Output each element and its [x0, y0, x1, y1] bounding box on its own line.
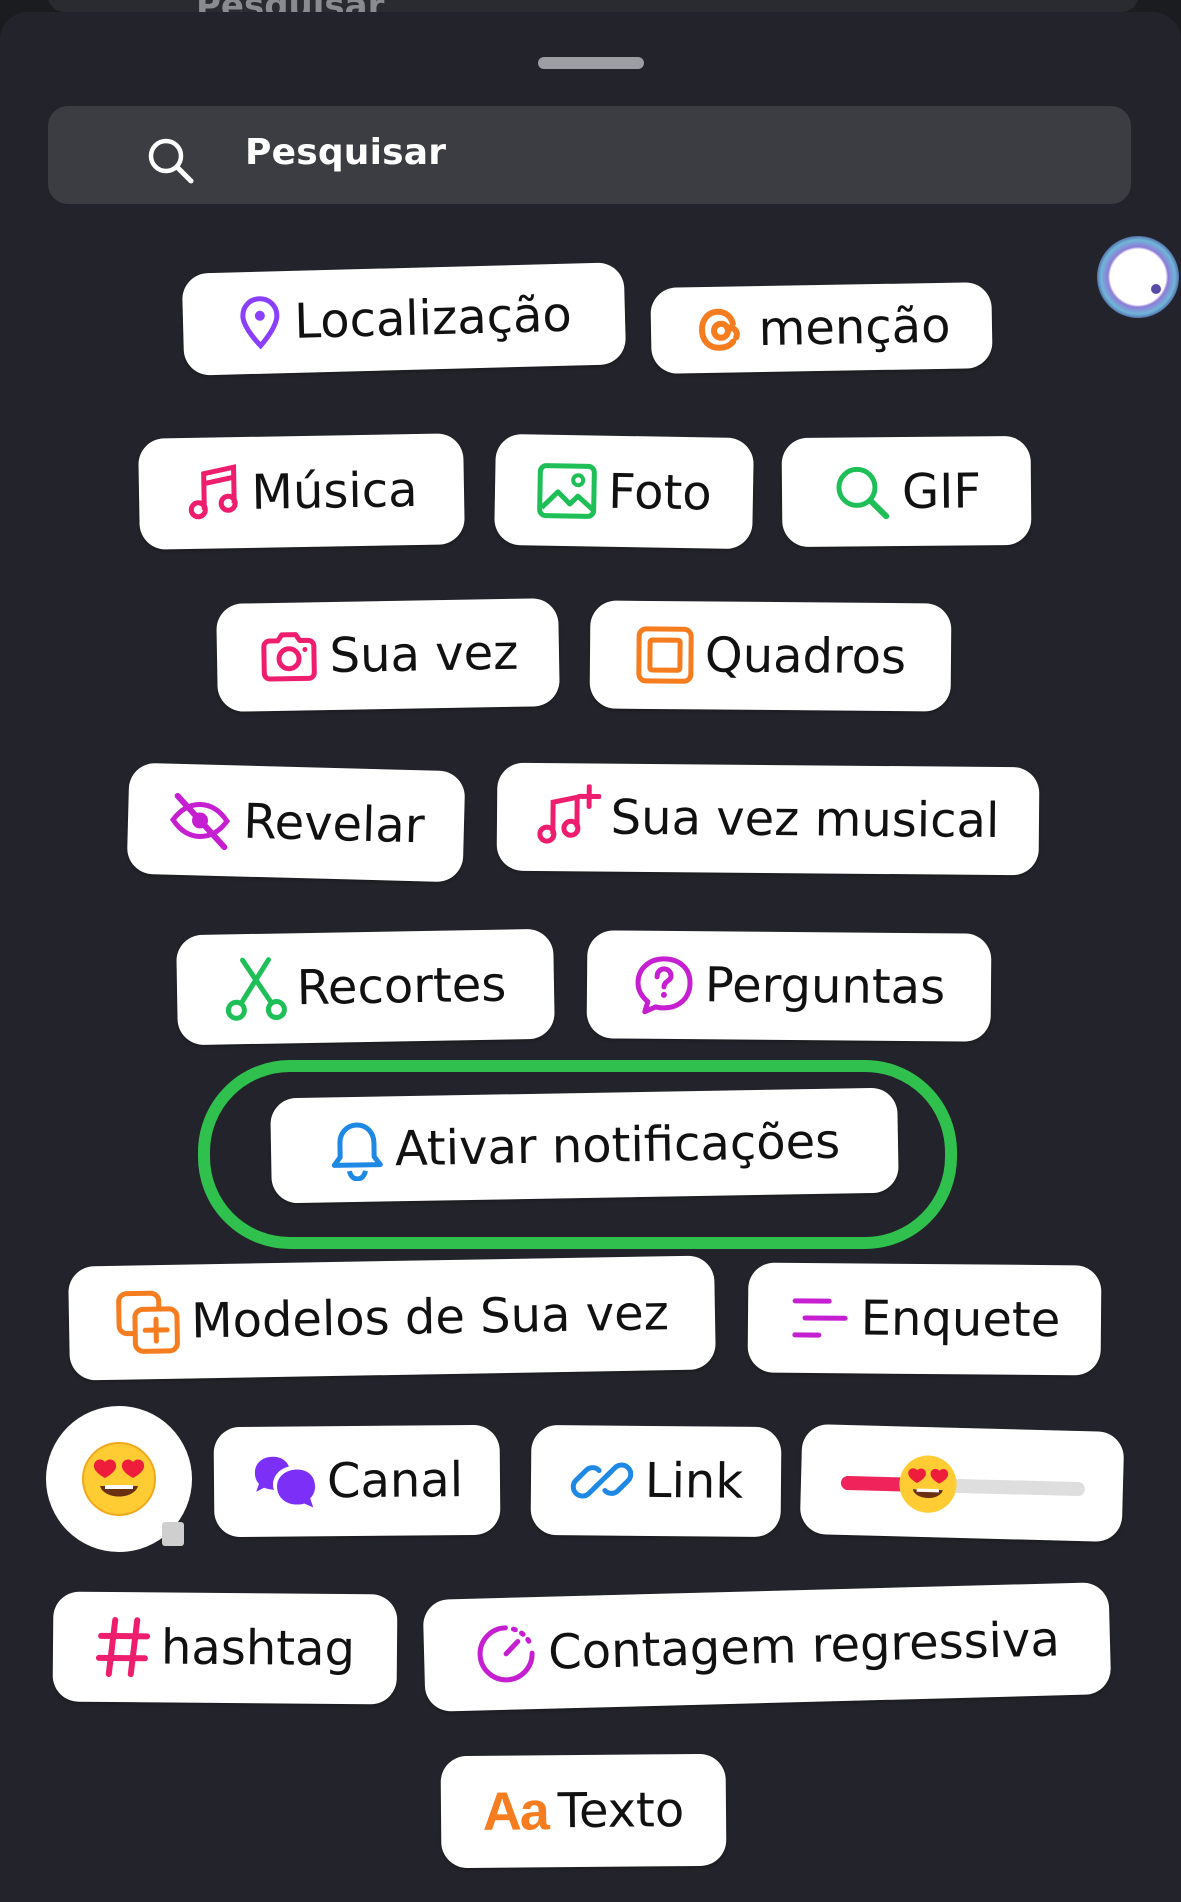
sticker-text[interactable]: Aa Texto — [440, 1753, 727, 1869]
timer-icon — [473, 1621, 539, 1687]
map-pin-icon — [236, 294, 285, 351]
add-copy-icon — [115, 1289, 182, 1356]
sticker-location-label: Localização — [293, 286, 573, 350]
search-icon — [148, 138, 194, 184]
sticker-channel-label: Canal — [326, 1452, 464, 1510]
sticker-photo[interactable]: Foto — [494, 433, 754, 550]
sticker-reveal[interactable]: Revelar — [126, 762, 466, 883]
sticker-music-label: Música — [251, 461, 418, 521]
gif-search-icon — [832, 462, 893, 523]
music-plus-icon — [536, 783, 601, 851]
search-input[interactable]: Pesquisar — [48, 106, 1131, 204]
sticker-gif[interactable]: GIF — [781, 435, 1032, 548]
link-icon — [569, 1447, 636, 1514]
sticker-location[interactable]: Localização — [181, 262, 627, 376]
sticker-emoji[interactable] — [46, 1406, 192, 1552]
sticker-countdown-label: Contagem regressiva — [547, 1611, 1061, 1681]
music-note-icon — [185, 463, 242, 524]
sticker-link-label: Link — [644, 1452, 744, 1510]
drag-handle[interactable] — [538, 57, 644, 69]
sticker-cutouts[interactable]: Recortes — [176, 928, 555, 1046]
sticker-music-add-yours-label: Sua vez musical — [610, 789, 1000, 850]
sticker-text-label: Texto — [557, 1782, 685, 1840]
sticker-mention-label: menção — [758, 297, 951, 358]
assistant-bubble-dot — [1151, 284, 1161, 294]
text-aa-icon: Aa — [482, 1781, 549, 1842]
sticker-add-yours-label: Sua vez — [329, 624, 519, 685]
search-placeholder: Pesquisar — [245, 132, 447, 173]
bell-icon — [328, 1118, 385, 1181]
sticker-photo-label: Foto — [607, 463, 713, 522]
sticker-frames-label: Quadros — [704, 627, 907, 686]
sticker-notify-label: Ativar notificações — [394, 1113, 841, 1177]
sticker-hashtag[interactable]: hashtag — [52, 1591, 398, 1705]
sticker-mention[interactable]: menção — [650, 282, 993, 374]
threads-at-icon — [692, 301, 749, 358]
hash-icon — [95, 1616, 152, 1678]
sticker-channel[interactable]: Canal — [213, 1424, 501, 1538]
sticker-gif-label: GIF — [901, 462, 982, 520]
camera-icon — [257, 628, 320, 685]
sticker-poll-label: Enquete — [860, 1290, 1061, 1349]
sticker-templates-label: Modelos de Sua vez — [190, 1285, 670, 1350]
emoji-corner-tab — [162, 1522, 184, 1546]
sticker-emoji-slider[interactable] — [799, 1423, 1125, 1543]
sticker-countdown[interactable]: Contagem regressiva — [422, 1582, 1112, 1712]
sticker-music-add-yours[interactable]: Sua vez musical — [496, 762, 1040, 876]
poll-icon — [789, 1293, 851, 1344]
frame-icon — [635, 625, 696, 686]
slider-heart-eyes-emoji-icon[interactable] — [896, 1452, 960, 1516]
sticker-music[interactable]: Música — [138, 433, 465, 550]
assistant-bubble[interactable] — [1097, 236, 1179, 318]
sticker-questions[interactable]: Perguntas — [586, 930, 992, 1042]
sticker-cutouts-label: Recortes — [296, 956, 507, 1017]
sticker-poll[interactable]: Enquete — [747, 1262, 1102, 1376]
sticker-notify[interactable]: Ativar notificações — [270, 1087, 899, 1204]
sticker-templates[interactable]: Modelos de Sua vez — [68, 1255, 716, 1381]
eye-off-icon — [167, 789, 235, 851]
chat-bubbles-icon — [251, 1452, 318, 1511]
heart-eyes-emoji-icon — [82, 1442, 156, 1516]
question-bubble-icon — [633, 954, 696, 1017]
sticker-reveal-label: Revelar — [242, 793, 426, 854]
scissors-icon — [224, 955, 287, 1022]
sticker-add-yours[interactable]: Sua vez — [216, 598, 560, 712]
sticker-hashtag-label: hashtag — [160, 1619, 356, 1678]
sticker-questions-label: Perguntas — [704, 957, 946, 1016]
sticker-link[interactable]: Link — [530, 1424, 782, 1538]
sticker-frames[interactable]: Quadros — [589, 600, 952, 712]
image-icon — [536, 461, 599, 520]
